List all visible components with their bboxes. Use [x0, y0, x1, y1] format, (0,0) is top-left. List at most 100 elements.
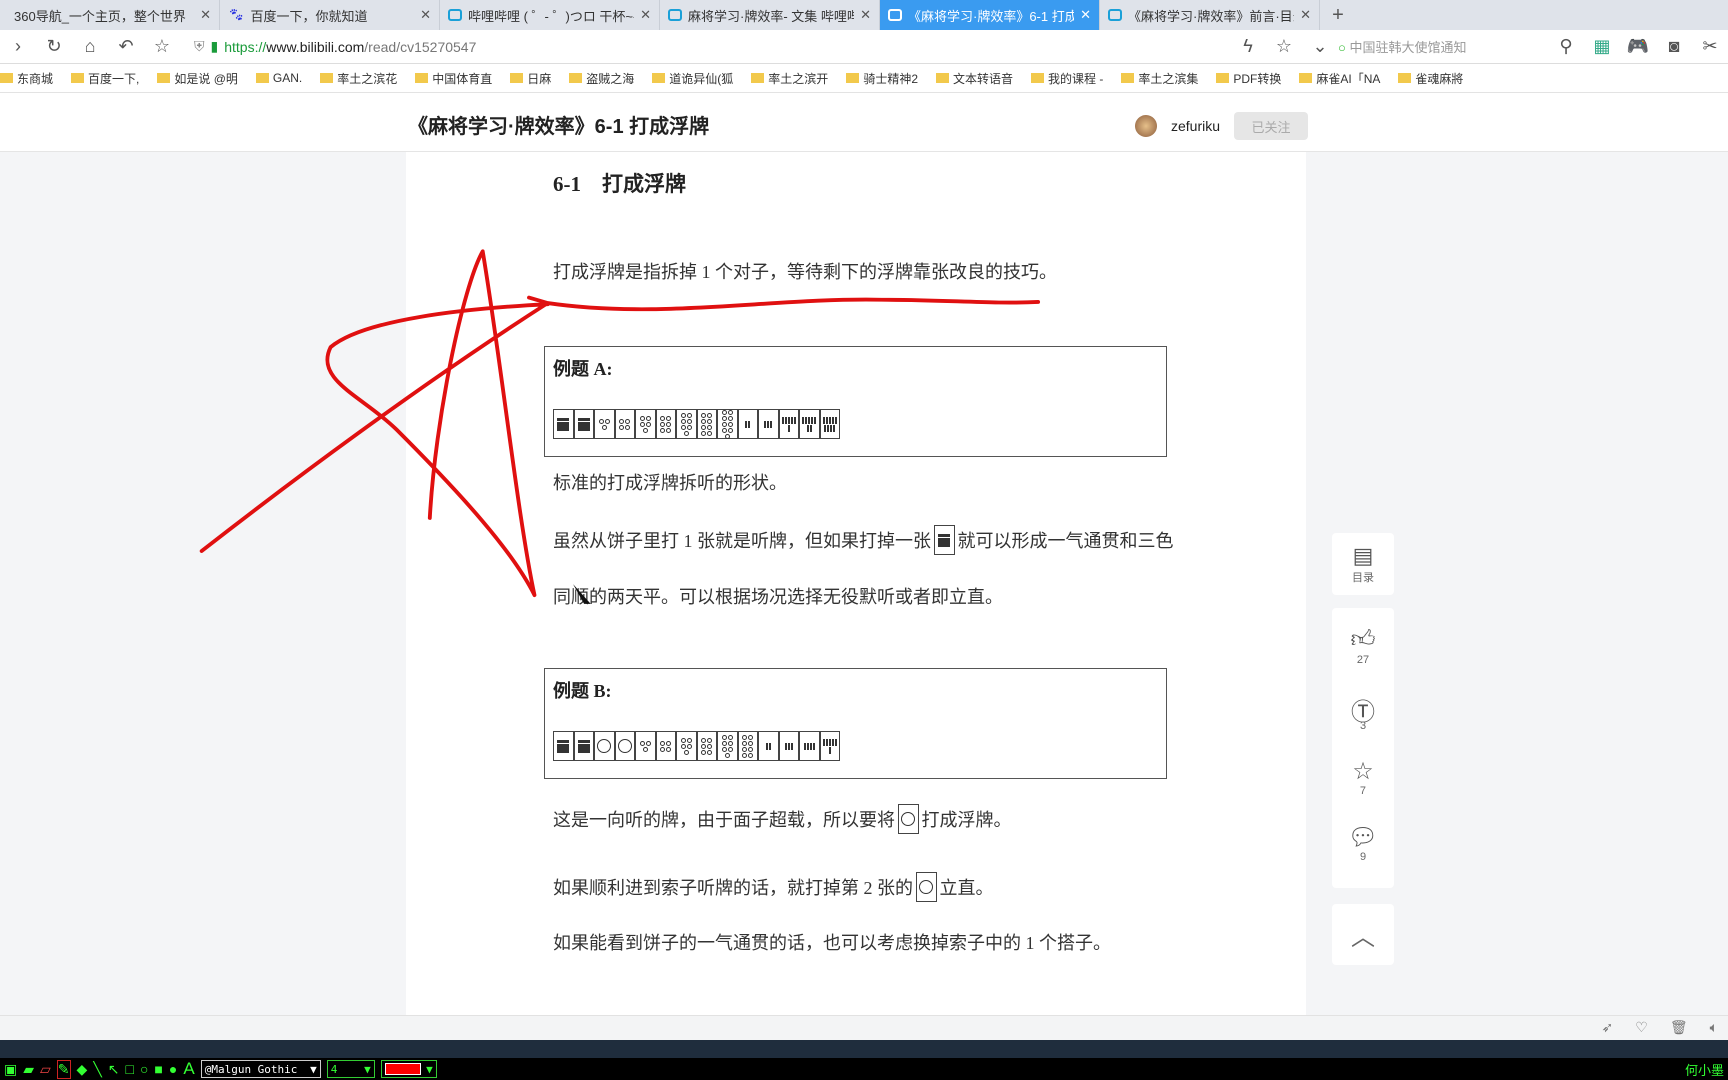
bookmark-item[interactable]: 日麻 — [510, 70, 551, 87]
follow-button[interactable]: 已关注 — [1234, 112, 1309, 140]
eraser-icon[interactable]: ▱ — [40, 1061, 51, 1078]
bookmark-icon — [157, 73, 171, 83]
undo-icon[interactable]: ↶ — [108, 36, 144, 57]
mahjong-tile-3p — [594, 409, 615, 439]
url-field[interactable]: ⛨ ▮ https://www.bilibili.com/read/cv1527… — [194, 38, 1194, 55]
paragraph: 如果能看到饼子的一气通贯的话，也可以考虑换掉索子中的 1 个搭子。 — [553, 933, 1111, 953]
game-icon[interactable]: 🎮 — [1620, 36, 1656, 57]
forward-icon[interactable]: › — [0, 36, 36, 57]
bookmark-icon — [751, 73, 765, 83]
arrow-icon[interactable]: ↖ — [108, 1061, 120, 1078]
bookmark-item[interactable]: 百度一下, — [71, 70, 139, 87]
close-tab-icon[interactable]: ✕ — [420, 7, 431, 23]
rectangle-icon[interactable]: □ — [125, 1061, 133, 1077]
save-icon[interactable]: ▣ — [4, 1061, 17, 1078]
tab[interactable]: 360导航_一个主页，整个世界 ✕ — [0, 0, 220, 30]
dropdown-icon[interactable]: ⌄ — [1302, 36, 1338, 57]
text: 虽然从饼子里打 1 张就是听牌，但如果打掉一张 — [553, 531, 931, 551]
toc-button[interactable]: ▤ 目录 — [1332, 533, 1394, 595]
bookmark-item[interactable]: 盗贼之海 — [569, 70, 634, 87]
new-tab-button[interactable]: + — [1320, 0, 1356, 30]
mahjong-tile-1m — [553, 409, 574, 439]
pen-icon[interactable]: ✎ — [56, 1059, 71, 1079]
bookmarks-bar: 东商城 百度一下, 如是说 @明 GAN. 率土之滨花 中国体育直 日麻 盗贼之海 道诡异仙(狐… — [0, 64, 1728, 93]
bookmark-item[interactable]: GAN. — [255, 71, 302, 85]
mahjong-tile-7p — [676, 409, 697, 439]
tab[interactable]: 麻将学习·牌效率- 文集 哔哩哔哩 ✕ — [660, 0, 880, 30]
bookmark-star-icon[interactable]: ☆ — [144, 36, 180, 57]
bookmark-label: 如是说 @明 — [174, 71, 238, 86]
home-icon[interactable]: ⌂ — [72, 36, 108, 57]
filled-ellipse-icon[interactable]: ● — [169, 1061, 177, 1077]
bookmark-icon — [1121, 73, 1135, 83]
bookmark-label: 雀魂麻將 — [1415, 71, 1464, 86]
favorite-button[interactable]: ☆ 7 — [1352, 757, 1374, 823]
bookmark-label: 文本转语音 — [953, 71, 1014, 86]
close-tab-icon[interactable]: ✕ — [1080, 7, 1091, 23]
close-tab-icon[interactable]: ✕ — [200, 7, 211, 23]
tab[interactable]: 《麻将学习·牌效率》6-1 打成浮 ✕ — [880, 0, 1100, 30]
search-icon[interactable]: ⚲ — [1548, 36, 1584, 57]
favorite-icon[interactable]: ☆ — [1266, 36, 1302, 57]
bookmark-item[interactable]: 雀魂麻將 — [1398, 70, 1463, 87]
rocket-icon[interactable]: ➶ — [1602, 1019, 1614, 1036]
highlighter-icon[interactable]: ◆ — [77, 1061, 88, 1078]
close-tab-icon[interactable]: ✕ — [640, 7, 651, 23]
mahjong-tile-1m — [934, 525, 955, 555]
comment-button[interactable]: 💬︎ 9 — [1348, 823, 1378, 889]
tab-label: 《麻将学习·牌效率》6-1 打成浮 — [908, 8, 1075, 24]
bookmark-item[interactable]: 率土之滨集 — [1121, 70, 1198, 87]
paragraph: 这是一向听的牌，由于面子超载，所以要将 打成浮牌。 — [553, 804, 1012, 834]
bookmark-item[interactable]: 东商城 — [0, 70, 53, 87]
baidu-icon: 🐾︎ — [228, 7, 245, 22]
tab[interactable]: 《麻将学习·牌效率》前言·目录 ✕ — [1100, 0, 1320, 30]
scissors-icon[interactable]: ✂ — [1692, 36, 1728, 57]
ellipse-icon[interactable]: ○ — [140, 1061, 148, 1077]
tab[interactable]: 🐾︎ 百度一下，你就知道 ✕ — [220, 0, 440, 30]
bookmark-item[interactable]: 道诡异仙(狐 — [652, 70, 733, 87]
tile-row — [553, 731, 840, 761]
filled-rectangle-icon[interactable]: ■ — [154, 1061, 162, 1077]
size-select[interactable]: 4 ▼ — [326, 1060, 375, 1078]
coin-button[interactable]: Ⓣ 3 — [1351, 692, 1375, 758]
bookmark-icon — [415, 73, 429, 83]
avatar[interactable] — [1135, 115, 1157, 137]
font-select[interactable]: @Malgun Gothic ▼ — [200, 1060, 321, 1078]
apps-icon[interactable]: ▦ — [1584, 36, 1620, 57]
trash-icon[interactable]: 🗑︎ — [1670, 1019, 1688, 1036]
line-icon[interactable]: ╲ — [93, 1061, 101, 1078]
back-to-top-button[interactable]: ︿ — [1332, 904, 1394, 965]
mahjong-tile-6p — [696, 731, 717, 761]
bookmark-item[interactable]: 率土之滨花 — [320, 70, 397, 87]
open-icon[interactable]: ▰ — [23, 1061, 34, 1078]
tile-row — [553, 409, 840, 439]
color-select[interactable]: ▼ — [380, 1060, 437, 1078]
health-icon[interactable]: ♡ — [1635, 1019, 1648, 1036]
bilibili-icon — [448, 9, 462, 21]
mahjong-tile-2s — [737, 409, 758, 439]
mahjong-tile-1p — [898, 804, 919, 834]
bookmark-item[interactable]: 文本转语音 — [936, 70, 1013, 87]
search-input[interactable]: ○ 中国驻韩大使馆通知 — [1338, 37, 1548, 56]
like-button[interactable]: 👍︎ 27 — [1350, 626, 1375, 692]
tab[interactable]: 哔哩哔哩 ( ゜- ゜)つロ 干杯~-bili ✕ — [440, 0, 660, 30]
bookmark-item[interactable]: 率土之滨开 — [751, 70, 828, 87]
flash-icon[interactable]: ϟ — [1230, 36, 1266, 57]
speaker-icon[interactable]: 🔈︎ — [1710, 1019, 1718, 1036]
bookmark-item[interactable]: 中国体育直 — [415, 70, 492, 87]
author-name[interactable]: zefuriku — [1171, 118, 1220, 134]
close-tab-icon[interactable]: ✕ — [1300, 7, 1311, 23]
text-icon[interactable]: A — [183, 1059, 194, 1079]
bookmark-item[interactable]: 如是说 @明 — [157, 70, 238, 87]
bookmark-item[interactable]: 骑士精神2 — [846, 70, 918, 87]
bookmark-item[interactable]: 麻雀AI「NA — [1299, 70, 1380, 87]
bookmark-item[interactable]: PDF转换 — [1216, 70, 1281, 87]
reload-icon[interactable]: ↻ — [36, 36, 72, 57]
text: 立直。 — [939, 878, 994, 898]
example-a-box: 例题 A: — [544, 346, 1167, 457]
extension-icon[interactable]: ◙ — [1656, 36, 1692, 57]
drawing-toolbar: ▣ ▰ ▱ ✎ ◆ ╲ ↖ □ ○ ■ ● A @Malgun Gothic ▼ … — [0, 1058, 1728, 1080]
bookmark-item[interactable]: 我的课程 - — [1031, 70, 1103, 87]
mahjong-tile-1m — [553, 731, 574, 761]
close-tab-icon[interactable]: ✕ — [860, 7, 871, 23]
